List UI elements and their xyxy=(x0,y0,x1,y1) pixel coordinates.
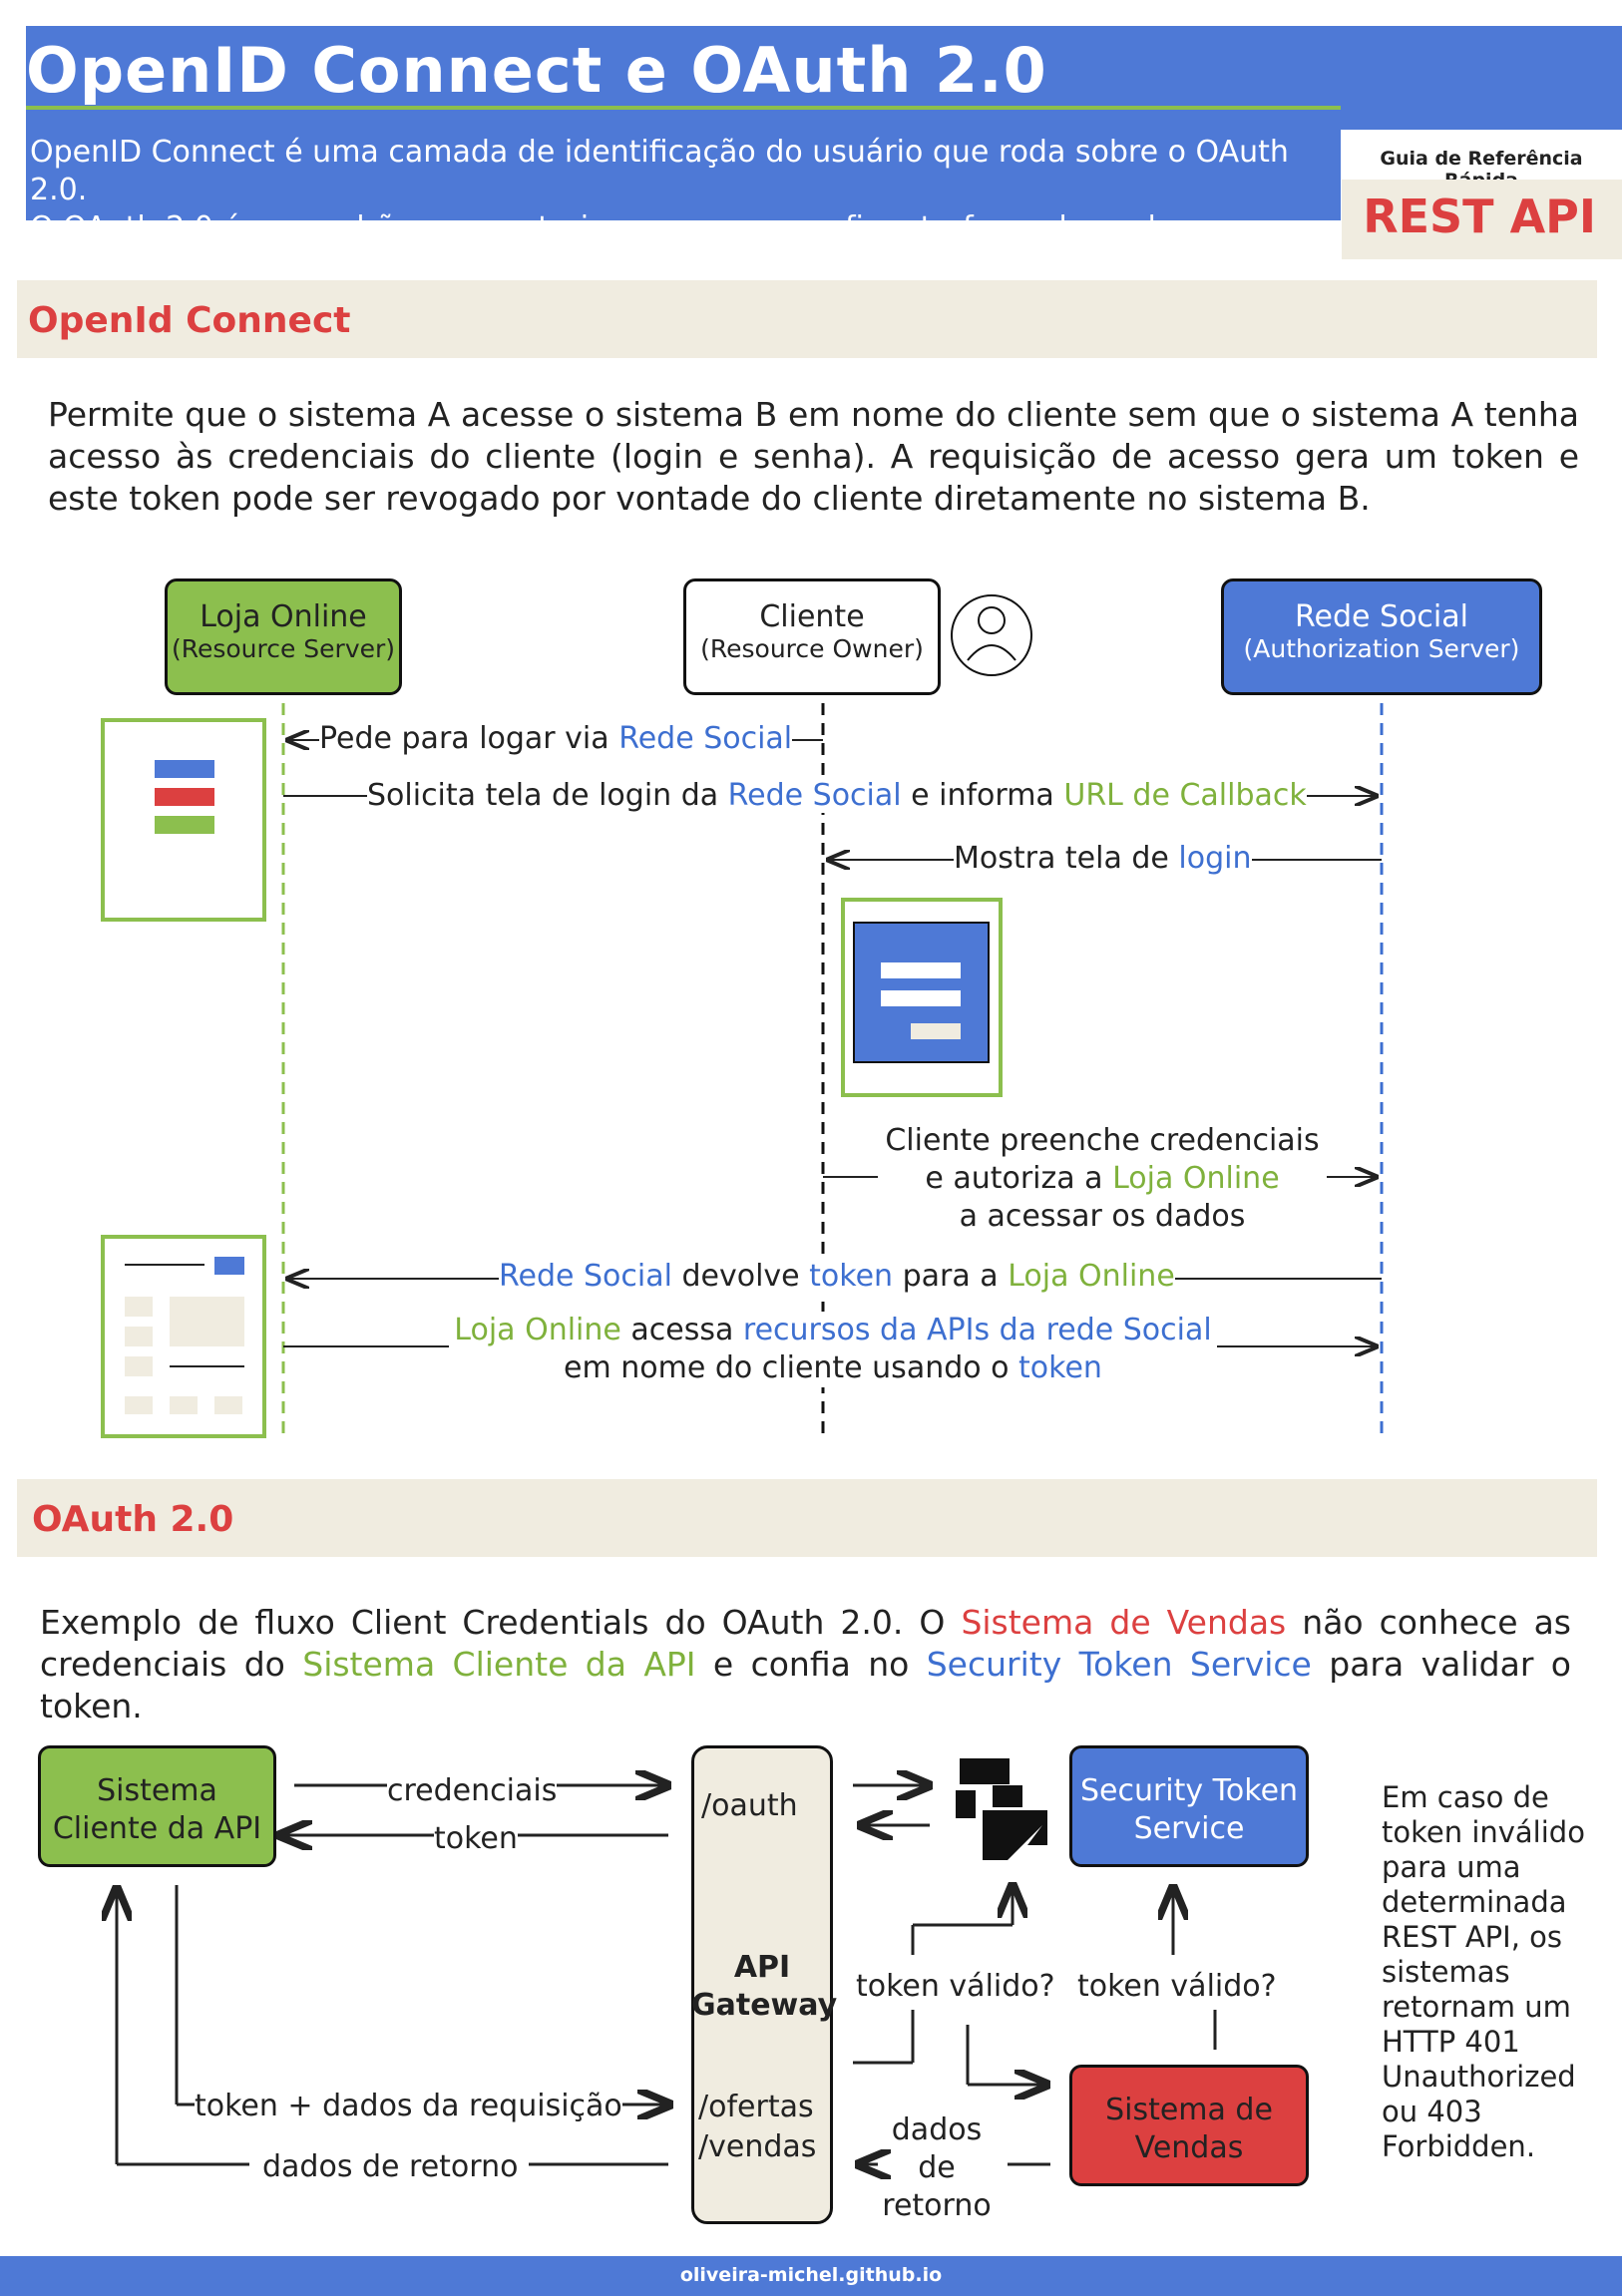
label-token: token xyxy=(434,1821,518,1856)
gateway-routes: /ofertas /vendas xyxy=(698,2088,816,2167)
security-officer-icon xyxy=(956,1758,1047,1860)
node-sistema-vendas: Sistema de Vendas xyxy=(1069,2065,1309,2186)
label-token-valido-2: token válido? xyxy=(1077,1969,1277,2004)
label-dados-retorno: dados de retorno xyxy=(262,2149,519,2184)
label-token-valido-1: token válido? xyxy=(856,1969,1055,2004)
node-sistema-cliente: Sistema Cliente da API xyxy=(38,1745,276,1867)
label-dados-de-retorno: dados de retorno xyxy=(882,2112,992,2223)
oauth-note: Em caso de token inválido para uma deter… xyxy=(1382,1780,1585,2163)
gateway-route-ofertas: /ofertas xyxy=(698,2090,814,2124)
gateway-route-oauth: /oauth xyxy=(701,1788,798,1823)
gateway-route-vendas: /vendas xyxy=(698,2129,817,2164)
gateway-label: API Gateway xyxy=(691,1950,838,2023)
footer-link[interactable]: oliveira-michel.github.io xyxy=(0,2264,1622,2286)
label-credenciais: credenciais xyxy=(387,1773,558,1808)
label-token-dados: token + dados da requisição xyxy=(195,2089,622,2123)
node-security-token-service: Security Token Service xyxy=(1069,1745,1309,1867)
